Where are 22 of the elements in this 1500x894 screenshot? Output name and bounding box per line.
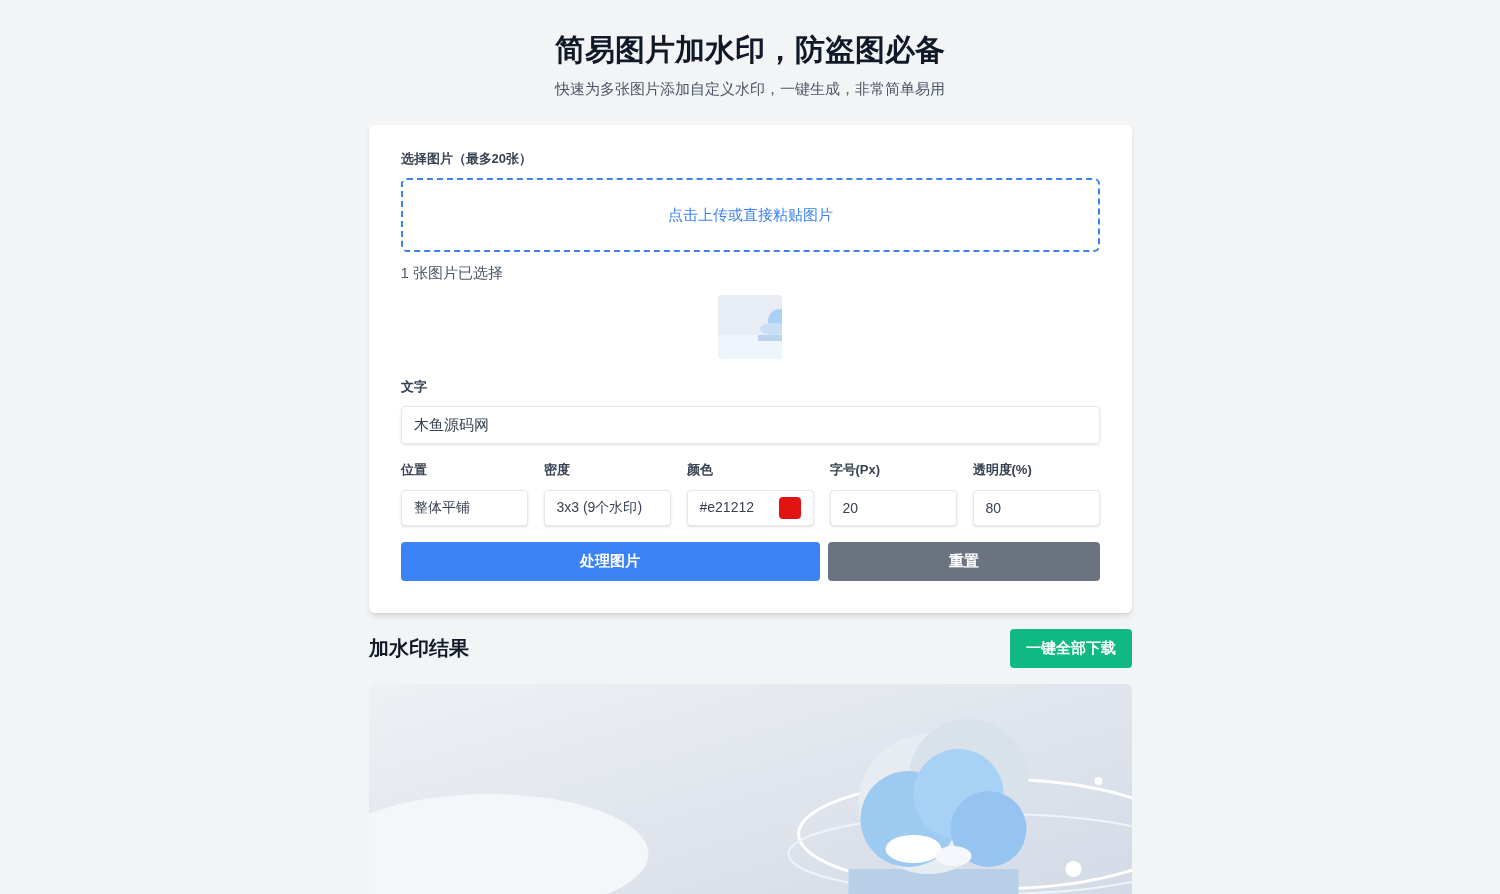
field-label: 字号(Px)	[829, 461, 882, 479]
field-label: 透明度(%)	[972, 461, 1033, 479]
field-label: 密度	[543, 461, 571, 479]
color-swatch[interactable]	[778, 496, 801, 519]
field-label: 文字	[400, 377, 428, 396]
color-field[interactable]: #e21212	[686, 489, 814, 526]
field-label: 位置	[400, 461, 428, 479]
process-button[interactable]: 处理图片	[400, 541, 820, 581]
color-value: #e21212	[699, 498, 754, 517]
reset-button[interactable]: 重置	[827, 541, 1100, 581]
dropdown[interactable]: 整体平铺	[400, 489, 528, 526]
section-title: 加水印结果	[368, 636, 469, 661]
text-input[interactable]: 木鱼源码网	[400, 406, 1100, 444]
page-subtitle: 快速为多张图片添加自定义水印，一键生成，非常简单易用	[553, 79, 946, 99]
upload-dropzone[interactable]: 点击上传或直接粘贴图片	[400, 178, 1100, 252]
field-label: 选择图片（最多20张）	[400, 149, 533, 168]
number-input[interactable]: 20	[829, 489, 957, 526]
page-title: 简易图片加水印，防盗图必备	[554, 32, 946, 68]
selection-status: 1 张图片已选择	[400, 263, 504, 283]
dropdown[interactable]: 3x3 (9个水印)	[543, 489, 671, 526]
number-input[interactable]: 80	[972, 489, 1100, 526]
field-label: 颜色	[686, 461, 714, 479]
